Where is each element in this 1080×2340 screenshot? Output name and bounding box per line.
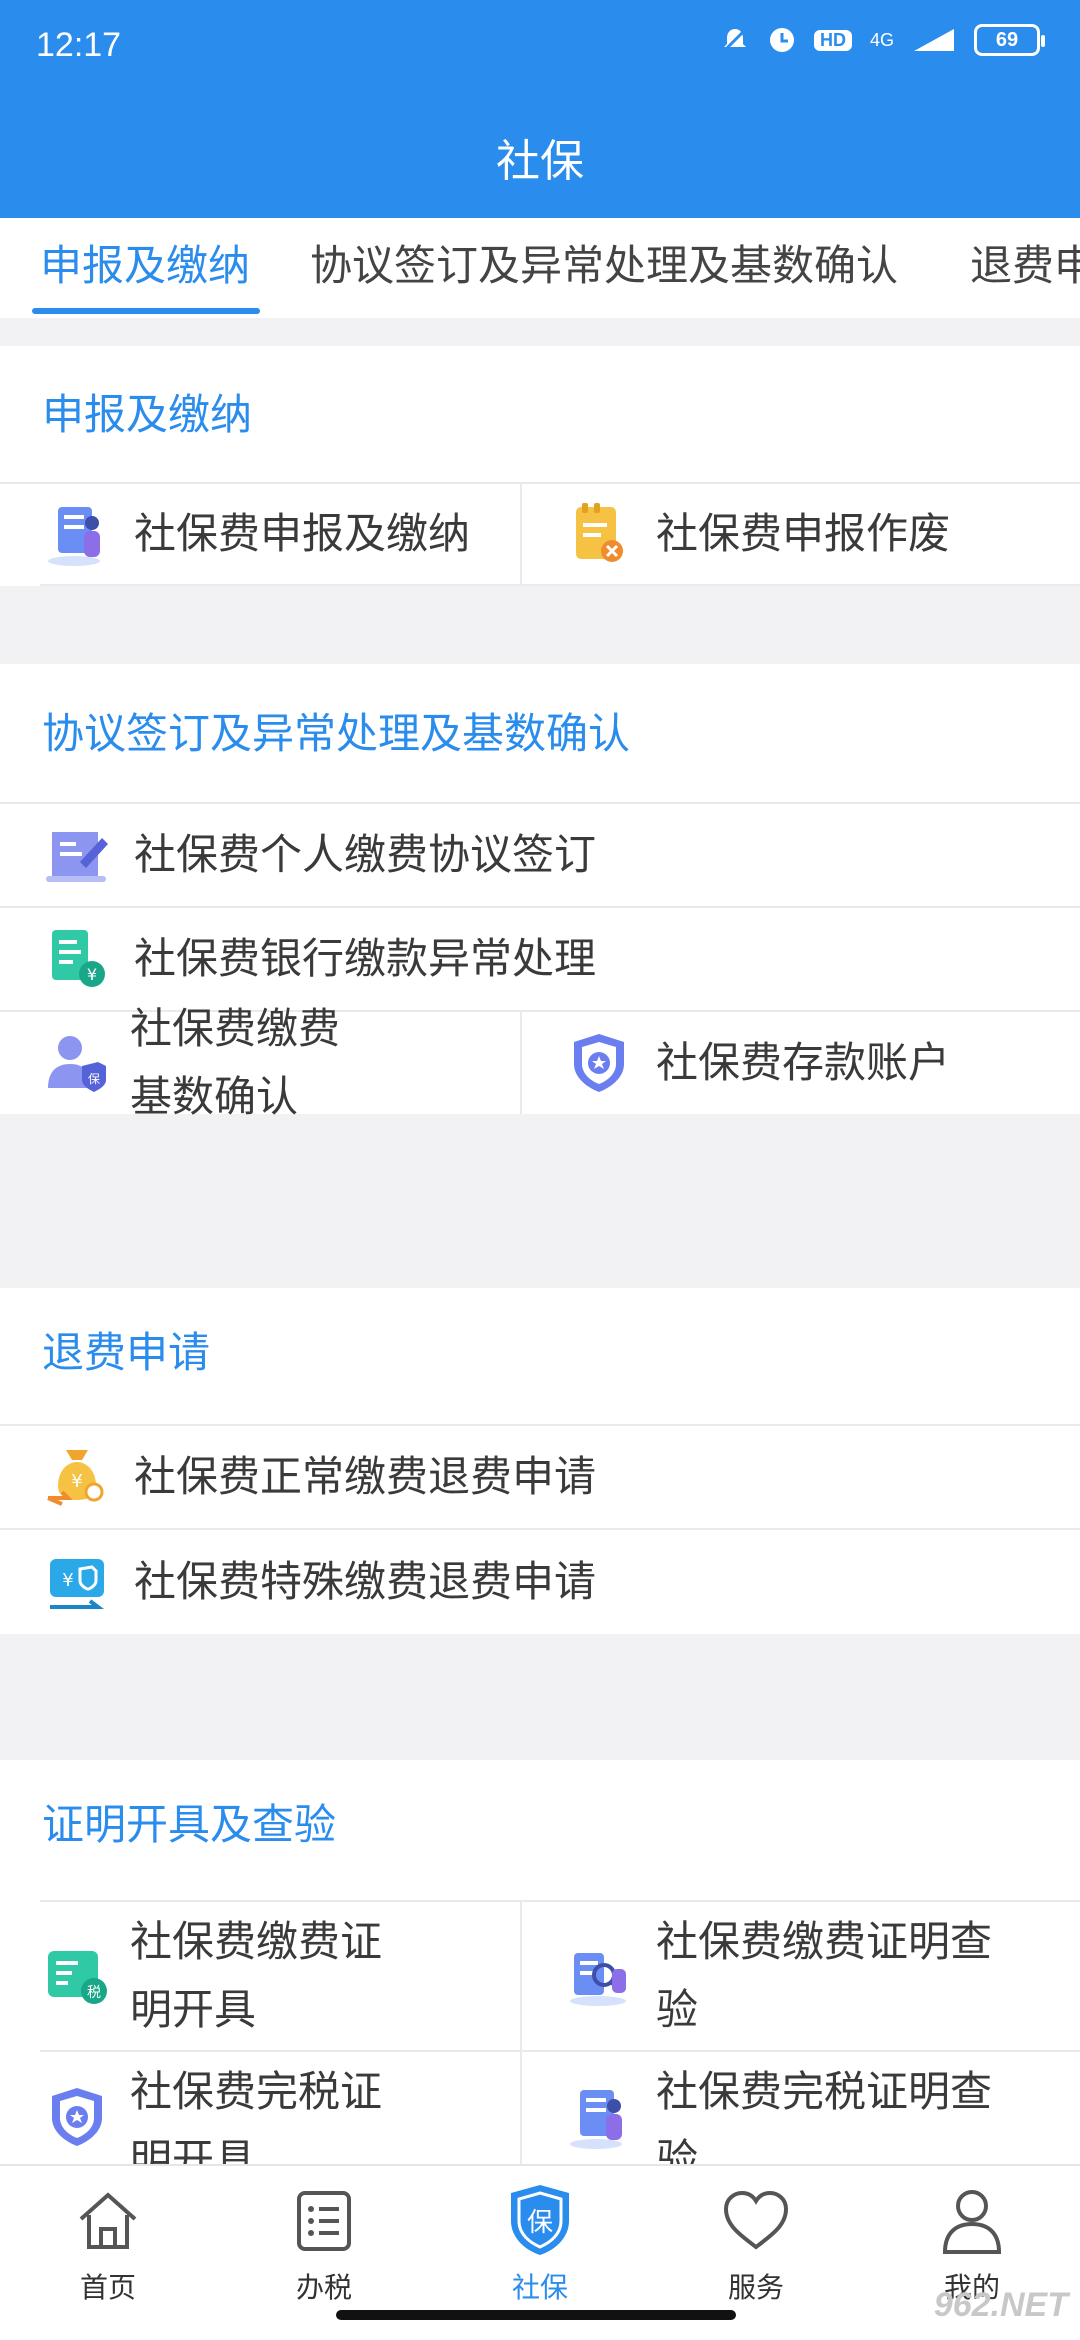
item-label: 社保费申报及缴纳 [134,510,471,557]
svg-text:保: 保 [527,2208,553,2238]
grid-row: 社保费完税证明开具 社保费完税证明查验 [40,2052,1080,2164]
item-deposit-account[interactable]: 社保费存款账户 [520,1012,1080,1114]
item-agreement-sign[interactable]: 社保费个人缴费协议签订 [40,804,1080,906]
svg-text:¥: ¥ [62,1570,73,1591]
grid-row: 税 社保费缴费证明开具 社保费缴费证明查验 [40,1900,1080,2052]
item-pay-cert-verify[interactable]: 社保费缴费证明查验 [520,1902,1080,2050]
item-label: 社保费缴费基数确认 [130,1005,341,1120]
section-title: 协议签订及异常处理及基数确认 [0,664,1080,804]
item-label: 社保费个人缴费协议签订 [134,831,597,878]
item-label: 社保费缴费证明开具 [130,1918,383,2033]
nav-service[interactable]: 服务 [686,2176,826,2306]
section-title: 证明开具及查验 [42,1801,337,1848]
item-refund-special[interactable]: ¥ 社保费特殊缴费退费申请 [40,1530,1080,1634]
sign-agreement-icon [40,818,114,892]
shield-star-icon [40,2080,114,2154]
nav-tax[interactable]: 办税 [254,2176,394,2306]
svg-text:¥: ¥ [87,965,97,984]
section-certificate: 证明开具及查验 税 社保费缴费证明开具 社保费缴费证明查验 社保费完税证明开具 … [0,1760,1080,2164]
section-declare: 申报及缴纳 社保费申报及缴纳 社保费申报作废 [0,346,1080,586]
item-declare-void[interactable]: 社保费申报作废 [520,484,1080,584]
grid-row: 保 社保费缴费基数确认 社保费存款账户 [40,1005,1080,1120]
item-pay-cert-issue[interactable]: 税 社保费缴费证明开具 [40,1902,520,2050]
nav-label: 首页 [79,2272,136,2303]
tax-document-icon: 税 [40,1939,114,2013]
active-tab-underline [32,308,260,314]
tab-refund[interactable]: 退费申 [970,218,1080,318]
section-title: 退费申请 [0,1288,1080,1426]
bank-yuan-icon: ¥ [40,922,114,996]
item-label: 社保费申报作废 [656,510,951,557]
item-label: 社保费银行缴款异常处理 [134,935,597,982]
tab-declare[interactable]: 申报及缴纳 [40,218,250,318]
watermark: 962.NET [933,2286,1068,2324]
search-document-icon [562,1939,636,2013]
user-icon [902,2176,1042,2264]
network-label: 4G [869,29,894,50]
item-declare-pay[interactable]: 社保费申报及缴纳 [40,484,520,584]
list-row: ¥ 社保费正常缴费退费申请 [0,1426,1080,1530]
person-document-icon [562,2080,636,2154]
nav-label: 社保 [511,2272,568,2303]
person-document-icon [40,497,114,571]
svg-text:保: 保 [88,1072,100,1086]
home-icon [38,2176,178,2264]
section-title: 申报及缴纳 [0,346,1080,484]
shield-bao-icon: 保 [470,2176,610,2264]
nav-home[interactable]: 首页 [38,2176,178,2306]
mute-bell-icon [721,26,749,54]
person-bao-icon: 保 [40,1026,114,1100]
item-label: 社保费特殊缴费退费申请 [134,1558,597,1605]
svg-text:¥: ¥ [71,1471,82,1492]
nav-social-security[interactable]: 保 社保 [470,2176,610,2306]
item-label: 社保费缴费证明查验 [656,1918,993,2033]
hd-badge: HD [813,29,852,51]
heart-icon [686,2176,826,2264]
item-label: 社保费正常缴费退费申请 [134,1453,597,1500]
top-tab-bar: 申报及缴纳 协议签订及异常处理及基数确认 退费申 [0,218,1080,318]
item-refund-normal[interactable]: ¥ 社保费正常缴费退费申请 [40,1426,1080,1528]
tab-agreement[interactable]: 协议签订及异常处理及基数确认 [310,218,898,318]
section-refund: 退费申请 ¥ 社保费正常缴费退费申请 ¥ 社保费特殊缴费退费申请 [0,1288,1080,1634]
nav-label: 服务 [727,2272,784,2303]
page-title: 社保 [496,137,584,186]
battery-indicator: 69 [974,24,1045,56]
list-row: 社保费个人缴费协议签订 [0,804,1080,908]
svg-text:税: 税 [87,1985,101,2001]
refund-card-icon: ¥ [40,1545,114,1619]
list-icon [254,2176,394,2264]
item-label: 社保费完税证明查验 [656,2068,993,2164]
item-label: 社保费存款账户 [656,1039,951,1086]
item-tax-cert-verify[interactable]: 社保费完税证明查验 [520,2052,1080,2164]
clock-icon [769,28,794,52]
list-row: ¥ 社保费特殊缴费退费申请 [0,1530,1080,1634]
money-bag-icon: ¥ [40,1440,114,1514]
section-agreement: 协议签订及异常处理及基数确认 社保费个人缴费协议签订 ¥ 社保费银行缴款异常处理… [0,664,1080,1120]
status-bar: 12:17 HD 4G 69 [0,0,1080,96]
item-tax-cert-issue[interactable]: 社保费完税证明开具 [40,2052,520,2164]
page-header: 社保 [0,96,1080,218]
nav-label: 办税 [295,2272,352,2303]
signal-icon [914,29,954,51]
shield-star-icon [562,1026,636,1100]
home-indicator[interactable] [336,2310,736,2320]
void-document-icon [562,497,636,571]
item-label: 社保费完税证明开具 [130,2068,383,2164]
grid-row: 社保费申报及缴纳 社保费申报作废 [40,484,1080,586]
status-time: 12:17 [36,26,122,64]
status-icons: HD 4G 69 [720,24,1045,56]
item-base-confirm[interactable]: 保 社保费缴费基数确认 [40,1005,520,1120]
